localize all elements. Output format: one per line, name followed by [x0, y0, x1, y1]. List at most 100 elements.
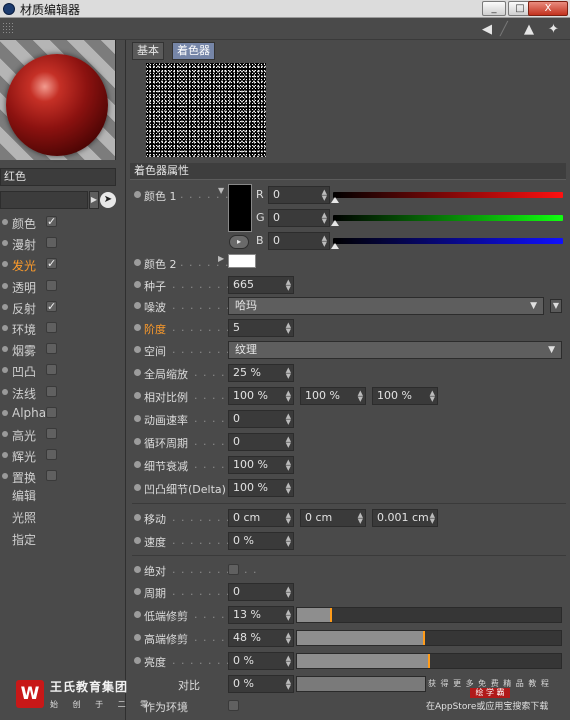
channel-b-slider[interactable] [333, 238, 563, 244]
channel-item[interactable]: 反射 ✓ [0, 297, 120, 317]
channel-item[interactable]: 法线 [0, 382, 120, 402]
spinner-icon[interactable]: ▲ ▼ [286, 279, 291, 292]
slider-marker-icon[interactable] [331, 197, 339, 203]
channel-checkbox[interactable] [46, 385, 57, 397]
channel-label[interactable]: 辉光 [12, 448, 36, 465]
noise-browser-button[interactable]: ▼ [550, 299, 562, 313]
slider-handle[interactable] [422, 631, 425, 645]
spinner-icon[interactable]: ▲ ▼ [286, 482, 291, 495]
channel-label[interactable]: 颜色 [12, 215, 36, 232]
animate-dot-icon[interactable] [134, 324, 141, 331]
close-button[interactable]: X [528, 1, 568, 16]
spinner-icon[interactable]: ▲ ▼ [322, 212, 327, 225]
loop-period-input[interactable]: 0 ▲ ▼ [228, 433, 294, 451]
color-picker-toggle[interactable]: ▸ [229, 235, 249, 249]
spinner-icon[interactable]: ▲ ▼ [286, 322, 291, 335]
space-dropdown[interactable]: 纹理 ▼ [228, 341, 562, 359]
animate-dot-icon[interactable] [134, 302, 141, 309]
absolute-checkbox[interactable] [228, 564, 239, 575]
channel-g-input[interactable]: 0 ▲ ▼ [268, 209, 330, 227]
channel-item[interactable]: Alpha [0, 403, 120, 423]
animate-dot-icon[interactable] [134, 281, 141, 288]
channel-label[interactable]: 高光 [12, 427, 36, 444]
channel-checkbox[interactable] [46, 449, 57, 461]
channel-item[interactable]: 置换 [0, 466, 120, 486]
channel-checkbox[interactable] [46, 428, 57, 439]
color2-swatch[interactable] [228, 254, 256, 268]
animate-dot-icon[interactable] [134, 461, 141, 468]
spinner-icon[interactable]: ▲ ▼ [322, 189, 327, 202]
channel-checkbox[interactable] [46, 470, 57, 482]
channel-item[interactable]: 颜色 ✓ [0, 212, 120, 232]
channel-label[interactable]: 法线 [12, 385, 36, 402]
anim-speed-input[interactable]: 0 ▲ ▼ [228, 410, 294, 428]
chevron-right-icon[interactable]: ▶ [89, 191, 99, 209]
animate-dot-icon[interactable] [134, 588, 141, 595]
animate-dot-icon[interactable] [134, 369, 141, 376]
channel-label[interactable]: 反射 [12, 300, 36, 317]
channel-r-slider[interactable] [333, 192, 563, 198]
high-clip-slider[interactable] [296, 630, 562, 646]
move-x-input[interactable]: 0 cm ▲ ▼ [228, 509, 294, 527]
animate-dot-icon[interactable] [134, 259, 141, 266]
animate-dot-icon[interactable] [134, 346, 141, 353]
animate-dot-icon[interactable] [134, 634, 141, 641]
channel-label[interactable]: 漫射 [12, 236, 36, 253]
channel-item[interactable]: 环境 [0, 318, 120, 338]
sub-item-assign[interactable]: 指定 [12, 531, 36, 548]
high-clip-input[interactable]: 48 % ▲ ▼ [228, 629, 294, 647]
expand-triangle-icon[interactable]: ▶ [218, 254, 224, 263]
use-as-env-checkbox[interactable] [228, 700, 239, 711]
slider-handle[interactable] [428, 654, 430, 668]
spinner-icon[interactable]: ▲ ▼ [286, 678, 291, 691]
animate-dot-icon[interactable] [134, 415, 141, 422]
channel-item[interactable]: 辉光 [0, 445, 120, 465]
sub-item-edit[interactable]: 编辑 [12, 487, 36, 504]
arrow-up-icon[interactable]: ▲ [524, 22, 534, 37]
spinner-icon[interactable]: ▲ ▼ [286, 535, 291, 548]
slider-marker-icon[interactable] [331, 220, 339, 226]
relative-scale-x-input[interactable]: 100 % ▲ ▼ [228, 387, 294, 405]
grip-icon[interactable] [2, 22, 14, 34]
channel-label[interactable]: 置换 [12, 469, 36, 486]
move-y-input[interactable]: 0 cm ▲ ▼ [300, 509, 366, 527]
channel-checkbox[interactable] [46, 343, 57, 355]
animate-dot-icon[interactable] [134, 611, 141, 618]
channel-checkbox[interactable]: ✓ [46, 258, 57, 270]
low-clip-input[interactable]: 13 % ▲ ▼ [228, 606, 294, 624]
global-scale-input[interactable]: 25 % ▲ ▼ [228, 364, 294, 382]
sub-item-illumination[interactable]: 光照 [12, 509, 36, 526]
contrast-slider[interactable] [296, 676, 426, 692]
spinner-icon[interactable]: ▲ ▼ [358, 512, 363, 525]
channel-checkbox[interactable] [46, 279, 57, 291]
arrow-right-icon[interactable]: ╱ [500, 22, 508, 37]
spinner-icon[interactable]: ▲ ▼ [286, 413, 291, 426]
relative-scale-z-input[interactable]: 100 % ▲ ▼ [372, 387, 438, 405]
material-extra-field[interactable] [0, 191, 88, 209]
relative-scale-y-input[interactable]: 100 % ▲ ▼ [300, 387, 366, 405]
brightness-input[interactable]: 0 % ▲ ▼ [228, 652, 294, 670]
pin-icon[interactable]: ✦ [548, 22, 559, 37]
low-clip-slider[interactable] [296, 607, 562, 623]
spinner-icon[interactable]: ▲ ▼ [286, 586, 291, 599]
channel-label[interactable]: Alpha [12, 406, 46, 420]
animate-dot-icon[interactable] [134, 566, 141, 573]
slider-handle[interactable] [330, 608, 333, 622]
channel-item[interactable]: 凹凸 [0, 360, 120, 380]
expand-triangle-icon[interactable]: ▼ [218, 186, 224, 195]
channel-label[interactable]: 环境 [12, 321, 36, 338]
channel-label[interactable]: 凹凸 [12, 363, 36, 380]
channel-checkbox[interactable] [46, 237, 57, 249]
animate-dot-icon[interactable] [134, 438, 141, 445]
channel-label[interactable]: 烟雾 [12, 342, 36, 359]
spinner-icon[interactable]: ▲ ▼ [286, 459, 291, 472]
channel-checkbox[interactable] [46, 322, 57, 333]
tab-basic[interactable]: 基本 [132, 42, 164, 60]
channel-r-input[interactable]: 0 ▲ ▼ [268, 186, 330, 204]
channel-item[interactable]: 高光 [0, 424, 120, 444]
detail-atten-input[interactable]: 100 % ▲ ▼ [228, 456, 294, 474]
spinner-icon[interactable]: ▲ ▼ [286, 390, 291, 403]
channel-checkbox[interactable] [46, 364, 57, 376]
animate-dot-icon[interactable] [134, 537, 141, 544]
seed-input[interactable]: 665 ▲ ▼ [228, 276, 294, 294]
